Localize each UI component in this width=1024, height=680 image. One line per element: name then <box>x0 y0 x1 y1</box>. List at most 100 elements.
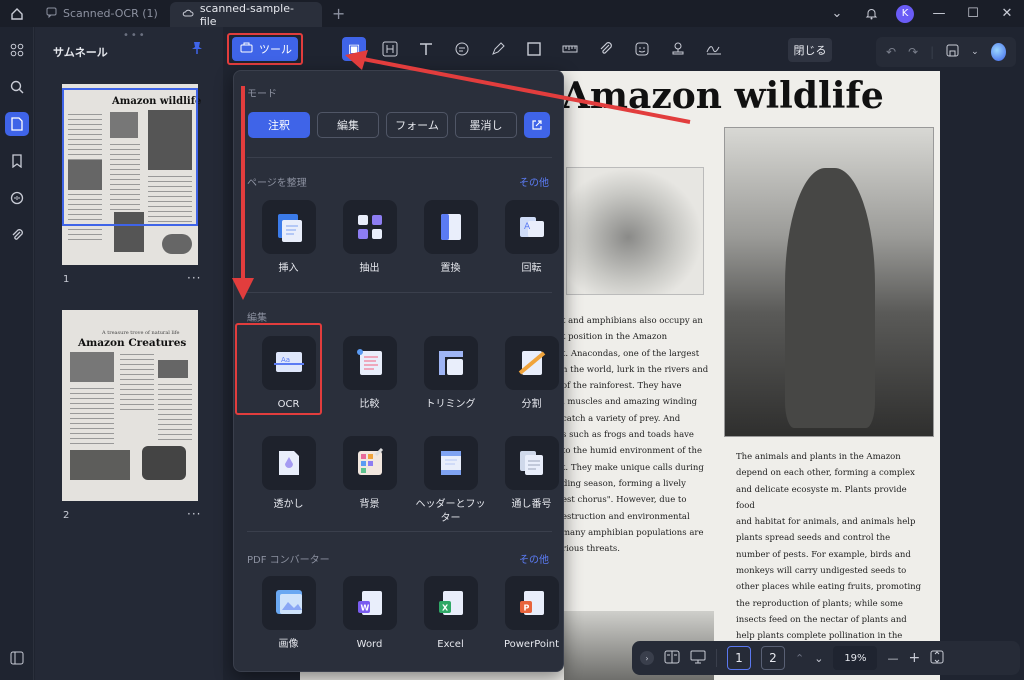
bookmark-icon[interactable] <box>0 142 34 179</box>
page-2-more-icon[interactable]: ··· <box>187 507 201 521</box>
tile-label: 分割 <box>521 399 542 410</box>
mode-edit-button[interactable]: 編集 <box>317 112 379 138</box>
mode-form-button[interactable]: フォーム <box>386 112 448 138</box>
left-column-text: t and amphibians also occupy an t positi… <box>562 316 709 555</box>
mode-annotate-button[interactable]: 注釈 <box>248 112 310 138</box>
chevron-down-icon[interactable]: ⌄ <box>820 0 854 27</box>
notification-bell-icon[interactable] <box>854 0 888 27</box>
thumbnail-image <box>70 450 130 480</box>
reading-mode-icon[interactable] <box>664 650 680 667</box>
home-icon[interactable] <box>0 0 34 27</box>
page-thumbnail-1[interactable]: Amazon wildlife <box>62 84 201 265</box>
history-tools: ↶ ↷ | ⌄ <box>876 37 1016 67</box>
tile-extract[interactable]: 抽出 <box>329 200 410 276</box>
tile-label: 挿入 <box>278 263 299 274</box>
thumbnail-text-block <box>120 354 154 414</box>
user-avatar[interactable]: K <box>888 0 922 27</box>
avatar-initial: K <box>896 4 914 23</box>
sidebar-toggle-icon[interactable] <box>0 639 34 676</box>
organize-more-link[interactable]: その他 <box>519 174 549 189</box>
page-button-2[interactable]: 2 <box>761 646 785 670</box>
zoom-level[interactable]: 19% <box>833 646 878 670</box>
open-external-icon[interactable] <box>524 112 550 138</box>
crop-icon <box>423 336 478 390</box>
tile-image[interactable]: 画像 <box>248 576 329 652</box>
redo-icon[interactable]: ↷ <box>908 45 918 59</box>
tile-rotate[interactable]: A 回転 <box>491 200 572 276</box>
split-icon <box>504 336 559 390</box>
tile-label: 透かし <box>273 499 304 510</box>
apps-grid-icon[interactable] <box>0 31 34 68</box>
thumbnail-text-block <box>70 388 114 444</box>
undo-icon[interactable]: ↶ <box>886 45 896 59</box>
minimize-icon[interactable]: — <box>922 0 956 27</box>
owl-photo <box>566 167 704 295</box>
maximize-icon[interactable]: ☐ <box>956 0 990 27</box>
shape-tool-icon[interactable] <box>522 37 546 61</box>
pages-icon[interactable] <box>0 105 34 142</box>
tile-crop[interactable]: トリミング <box>410 336 491 412</box>
sticker-icon[interactable] <box>630 37 654 61</box>
right-column-text: The animals and plants in the Amazon dep… <box>736 452 922 658</box>
tile-bates-number[interactable]: 通し番号 <box>491 436 572 526</box>
image-icon <box>261 576 316 630</box>
extract-icon <box>342 200 397 254</box>
attach-file-icon[interactable] <box>594 37 618 61</box>
tile-compare[interactable]: 比較 <box>329 336 410 412</box>
tile-header-footer[interactable]: ヘッダーとフッター <box>410 436 491 526</box>
document-title: Amazon wildlife <box>562 75 884 117</box>
svg-text:W: W <box>360 604 369 613</box>
presentation-icon[interactable] <box>690 650 706 667</box>
tile-word[interactable]: W Word <box>329 576 410 652</box>
close-window-icon[interactable]: ✕ <box>990 0 1024 27</box>
word-icon: W <box>342 576 397 630</box>
collapse-icon[interactable]: › <box>640 651 654 665</box>
tile-label: 抽出 <box>359 263 380 274</box>
tile-powerpoint[interactable]: P PowerPoint <box>491 576 572 652</box>
page-button-1[interactable]: 1 <box>727 646 751 670</box>
text-box-icon[interactable] <box>378 37 402 61</box>
ai-assistant-icon[interactable] <box>990 43 1006 61</box>
signature-icon[interactable] <box>702 37 726 61</box>
text-tool-icon[interactable] <box>414 37 438 61</box>
converter-more-link[interactable]: その他 <box>519 551 549 566</box>
rotate-icon: A <box>504 200 559 254</box>
save-icon[interactable] <box>946 44 959 60</box>
fit-page-icon[interactable] <box>930 650 944 667</box>
resize-handle[interactable]: ••• <box>123 30 147 41</box>
tab-scanned-sample-file[interactable]: scanned-sample-file <box>169 2 322 28</box>
select-tool-icon[interactable]: ▣ <box>342 37 366 61</box>
pin-icon[interactable] <box>191 41 203 59</box>
close-edit-button[interactable]: 閉じる <box>788 38 832 62</box>
zoom-out-icon[interactable]: — <box>887 652 898 665</box>
comment-icon[interactable] <box>0 179 34 216</box>
mode-redact-button[interactable]: 墨消し <box>455 112 517 138</box>
thumbnail-image <box>70 352 114 382</box>
previous-page-icon[interactable]: ⌃ <box>795 652 804 665</box>
attachment-icon[interactable] <box>0 216 34 253</box>
tile-label: ヘッダーとフッター <box>415 499 486 524</box>
new-tab-button[interactable]: + <box>322 4 355 23</box>
measure-tool-icon[interactable] <box>558 37 582 61</box>
page-thumbnail-2[interactable]: A treasure trove of natural life Amazon … <box>62 310 198 501</box>
tile-excel[interactable]: X Excel <box>410 576 491 652</box>
tile-replace[interactable]: 置換 <box>410 200 491 276</box>
tile-split[interactable]: 分割 <box>491 336 572 412</box>
tile-insert[interactable]: 挿入 <box>248 200 329 276</box>
tile-label: 画像 <box>278 639 299 650</box>
organize-section-title: ページを整理 <box>247 178 307 189</box>
comment-tool-icon[interactable] <box>450 37 474 61</box>
next-page-icon[interactable]: ⌄ <box>814 652 823 665</box>
svg-text:A: A <box>524 222 531 232</box>
chevron-down-icon[interactable]: ⌄ <box>971 47 979 57</box>
search-icon[interactable] <box>0 68 34 105</box>
viewport-indicator[interactable] <box>62 88 198 226</box>
tile-background[interactable]: 背景 <box>329 436 410 526</box>
page-1-more-icon[interactable]: ··· <box>187 271 201 285</box>
tile-watermark[interactable]: 透かし <box>248 436 329 526</box>
zoom-in-icon[interactable]: + <box>908 650 920 666</box>
tab-scanned-ocr[interactable]: Scanned-OCR (1) <box>34 0 170 27</box>
highlighter-icon[interactable] <box>486 37 510 61</box>
left-rail <box>0 27 34 680</box>
stamp-icon[interactable] <box>666 37 690 61</box>
